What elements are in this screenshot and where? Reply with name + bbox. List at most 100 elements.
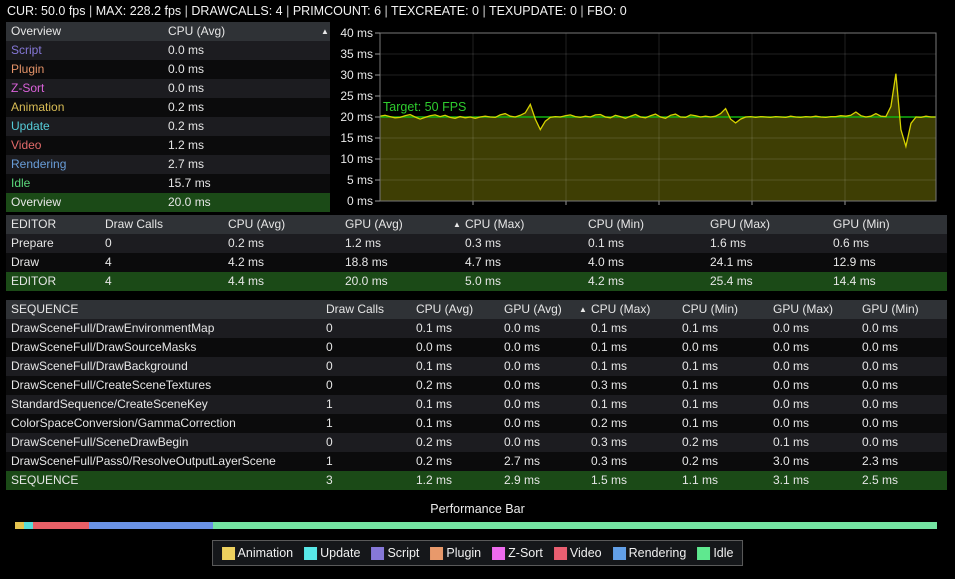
column-header-name[interactable]: EDITOR <box>11 215 56 234</box>
performance-bar-title: Performance Bar <box>0 502 955 518</box>
column-header[interactable]: GPU (Min) <box>833 215 890 234</box>
table-row[interactable]: DrawSceneFull/DrawEnvironmentMap00.1 ms0… <box>6 319 947 338</box>
table-row[interactable]: Idle15.7 ms <box>6 174 330 193</box>
performance-bar-segment-idle <box>213 522 937 529</box>
category-label: Animation <box>11 98 64 117</box>
row-value: 0.3 ms <box>591 376 627 395</box>
table-row[interactable]: Rendering2.7 ms <box>6 155 330 174</box>
table-row[interactable]: DrawSceneFull/DrawSourceMasks00.0 ms0.0 … <box>6 338 947 357</box>
legend-item: Plugin <box>430 546 481 560</box>
row-value: 0.3 ms <box>591 433 627 452</box>
table-row[interactable]: DrawSceneFull/CreateSceneTextures00.2 ms… <box>6 376 947 395</box>
column-header[interactable]: CPU (Avg) <box>228 215 285 234</box>
column-header[interactable]: GPU (Max) <box>710 215 770 234</box>
row-name: Draw <box>11 253 39 272</box>
performance-bar <box>15 522 937 529</box>
performance-bar-segment-video <box>33 522 88 529</box>
y-axis-tick-label: 30 ms <box>340 68 373 82</box>
column-header[interactable]: GPU (Max) <box>773 300 833 319</box>
total-value: 14.4 ms <box>833 272 876 291</box>
column-header[interactable]: GPU (Min) <box>862 300 919 319</box>
row-value: 4 <box>105 253 112 272</box>
column-header[interactable]: Draw Calls <box>326 300 384 319</box>
column-header-name[interactable]: SEQUENCE <box>11 300 78 319</box>
row-value: 0.0 ms <box>862 395 898 414</box>
y-axis-tick-label: 5 ms <box>347 173 373 187</box>
column-header[interactable]: CPU (Avg) <box>416 300 473 319</box>
row-value: 0.0 ms <box>504 376 540 395</box>
sort-ascending-icon[interactable]: ▲ <box>579 300 587 319</box>
column-header[interactable]: CPU (Min) <box>682 300 738 319</box>
overview-table-header[interactable]: Overview CPU (Avg) ▲ <box>6 22 330 41</box>
table-row[interactable]: Video1.2 ms <box>6 136 330 155</box>
legend-item: Animation <box>222 546 294 560</box>
column-header-cpu-avg[interactable]: CPU (Avg) <box>168 22 225 41</box>
row-value: 0.2 ms <box>682 433 718 452</box>
editor-table-total-row[interactable]: EDITOR44.4 ms20.0 ms5.0 ms4.2 ms25.4 ms1… <box>6 272 947 291</box>
sequence-table-total-row[interactable]: SEQUENCE31.2 ms2.9 ms1.5 ms1.1 ms3.1 ms2… <box>6 471 947 490</box>
table-row[interactable]: DrawSceneFull/Pass0/ResolveOutputLayerSc… <box>6 452 947 471</box>
legend-label: Rendering <box>629 546 687 560</box>
table-row[interactable]: ColorSpaceConversion/GammaCorrection10.1… <box>6 414 947 433</box>
sort-ascending-icon[interactable]: ▲ <box>321 22 329 41</box>
row-value: 0 <box>326 319 333 338</box>
cpu-avg-value: 0.0 ms <box>168 79 204 98</box>
row-value: 0.1 ms <box>591 395 627 414</box>
total-value: 5.0 ms <box>465 272 501 291</box>
row-name: Prepare <box>11 234 54 253</box>
table-row[interactable]: Z-Sort0.0 ms <box>6 79 330 98</box>
column-header[interactable]: CPU (Min) <box>588 215 644 234</box>
column-header[interactable]: CPU (Max) <box>465 215 524 234</box>
total-value: 2.5 ms <box>862 471 898 490</box>
total-name: SEQUENCE <box>11 471 78 490</box>
y-axis-tick-label: 15 ms <box>340 131 373 145</box>
table-row[interactable]: Plugin0.0 ms <box>6 60 330 79</box>
total-value: 4 <box>105 272 112 291</box>
row-name: ColorSpaceConversion/GammaCorrection <box>11 414 236 433</box>
table-row[interactable]: Update0.2 ms <box>6 117 330 136</box>
category-label: Rendering <box>11 155 66 174</box>
cpu-avg-value: 0.0 ms <box>168 60 204 79</box>
column-header[interactable]: Draw Calls <box>105 215 163 234</box>
legend-swatch-animation <box>222 547 235 560</box>
sort-ascending-icon[interactable]: ▲ <box>453 215 461 234</box>
editor-table-header[interactable]: EDITOR Draw Calls CPU (Avg) GPU (Avg) CPU (M… <box>6 215 947 234</box>
overview-table: OverviewCPU (Avg)▲Script0.0 msPlugin0.0 … <box>6 22 330 212</box>
status-item: TEXUPDATE: 0 <box>489 4 577 18</box>
row-value: 0.0 ms <box>504 357 540 376</box>
row-value: 2.7 ms <box>504 452 540 471</box>
table-row[interactable]: StandardSequence/CreateSceneKey10.1 ms0.… <box>6 395 947 414</box>
row-value: 0.1 ms <box>591 357 627 376</box>
table-row[interactable]: Prepare00.2 ms1.2 ms0.3 ms0.1 ms1.6 ms0.… <box>6 234 947 253</box>
row-value: 0.0 ms <box>504 338 540 357</box>
column-header-name[interactable]: Overview <box>11 22 61 41</box>
row-value: 0.1 ms <box>416 395 452 414</box>
column-header[interactable]: CPU (Max) <box>591 300 650 319</box>
total-value: 4.4 ms <box>228 272 264 291</box>
legend-item: Rendering <box>613 546 687 560</box>
table-row[interactable]: DrawSceneFull/DrawBackground00.1 ms0.0 m… <box>6 357 947 376</box>
row-value: 4.0 ms <box>588 253 624 272</box>
table-row[interactable]: DrawSceneFull/SceneDrawBegin00.2 ms0.0 m… <box>6 433 947 452</box>
overview-total-row[interactable]: Overview20.0 ms <box>6 193 330 212</box>
row-value: 0.3 ms <box>465 234 501 253</box>
total-value: 3 <box>326 471 333 490</box>
row-value: 0.2 ms <box>228 234 264 253</box>
column-header[interactable]: GPU (Avg) <box>504 300 562 319</box>
row-value: 24.1 ms <box>710 253 753 272</box>
table-row[interactable]: Script0.0 ms <box>6 41 330 60</box>
category-label: Script <box>11 41 42 60</box>
frame-time-chart: 40 ms35 ms30 ms25 ms20 ms15 ms10 ms5 ms0… <box>330 22 955 216</box>
row-value: 2.3 ms <box>862 452 898 471</box>
total-name: EDITOR <box>11 272 56 291</box>
legend-item: Idle <box>697 546 733 560</box>
sequence-table-header[interactable]: SEQUENCE Draw Calls CPU (Avg) GPU (Avg) CPU … <box>6 300 947 319</box>
editor-table: EDITOR Draw Calls CPU (Avg) GPU (Avg) CPU (M… <box>6 215 947 291</box>
table-row[interactable]: Draw44.2 ms18.8 ms4.7 ms4.0 ms24.1 ms12.… <box>6 253 947 272</box>
row-value: 0 <box>326 433 333 452</box>
table-row[interactable]: Animation0.2 ms <box>6 98 330 117</box>
column-header[interactable]: GPU (Avg) <box>345 215 403 234</box>
status-item: FBO: 0 <box>587 4 627 18</box>
row-value: 0.2 ms <box>416 452 452 471</box>
row-value: 0.0 ms <box>862 433 898 452</box>
